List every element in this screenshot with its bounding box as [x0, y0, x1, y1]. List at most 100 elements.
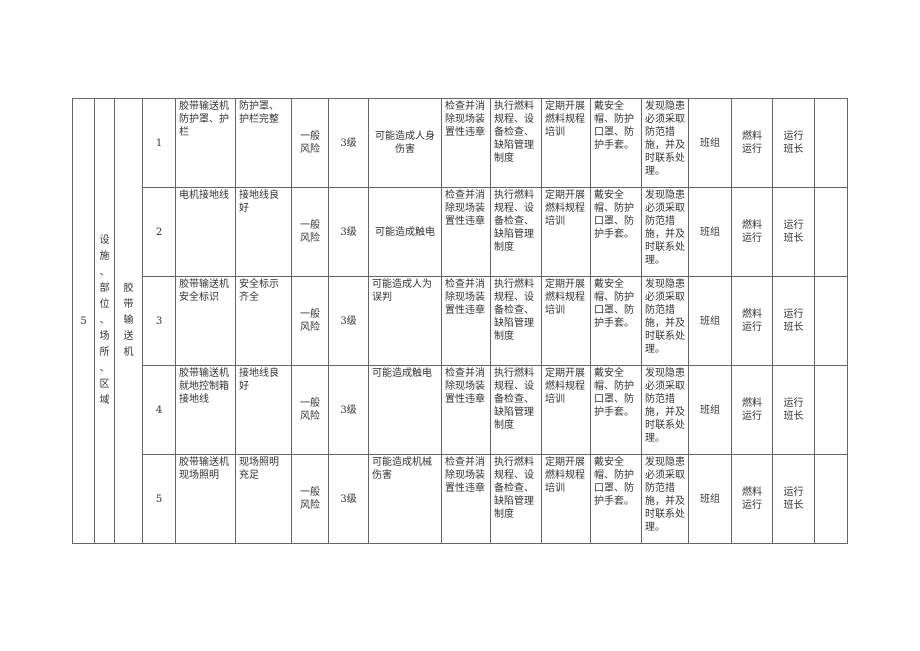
risk-type: 一般风险 — [291, 98, 329, 188]
remark — [814, 276, 848, 366]
protection-measure: 戴安全帽、防护口罩、防护手套。 — [590, 187, 642, 277]
equipment-char: 带 — [123, 299, 134, 310]
management-measure: 执行燃料规程、设备检查、缺陷管理制度 — [490, 454, 542, 544]
risk-level: 3级 — [328, 276, 369, 366]
control-level: 班组 — [688, 365, 732, 455]
equipment-char: 胶 — [123, 283, 134, 294]
table-row: 4 胶带输送机就地控制箱接地线 接地线良好 一般风险 3级 可能造成触电 检查并消除现场装置… — [73, 365, 848, 455]
engineering-measure: 检查并消除现场装置性违章 — [441, 276, 491, 366]
remark — [814, 454, 848, 544]
group-number: 5 — [72, 98, 95, 544]
standard: 接地线良好 — [235, 365, 292, 455]
group-category: 设施、部位、场所、区域 — [94, 98, 115, 544]
department: 燃料运行 — [731, 187, 773, 277]
control-level: 班组 — [688, 98, 732, 188]
row-index: 2 — [142, 187, 176, 277]
table-row: 2 电机接地线 接地线良好 一般风险 3级 可能造成触电 检查并消除现场装置性违章 执行燃料规… — [73, 187, 848, 277]
risk-type: 一般风险 — [291, 276, 329, 366]
category-char: 位 — [99, 299, 110, 310]
category-char: 域 — [99, 395, 110, 406]
check-item: 电机接地线 — [175, 187, 236, 277]
group-equipment: 胶带输送机 — [114, 98, 143, 544]
responsible-person: 运行班长 — [772, 365, 815, 455]
department: 燃料运行 — [731, 365, 773, 455]
protection-measure: 戴安全帽、防护口罩、防护手套。 — [590, 365, 642, 455]
category-char: 部 — [99, 283, 110, 294]
consequence: 可能造成人为误判 — [368, 276, 442, 366]
protection-measure: 戴安全帽、防护口罩、防护手套。 — [590, 276, 642, 366]
row-index: 1 — [142, 98, 176, 188]
control-level: 班组 — [688, 187, 732, 277]
table-row: 5 设施、部位、场所、区域 胶带输送机 1 胶带输送机防护罩、护栏 防护罩、护栏完整… — [72, 98, 848, 544]
emergency-measure: 发现隐患必须采取防范措施，并及时联系处理。 — [641, 454, 689, 544]
standard: 接地线良好 — [235, 187, 292, 277]
category-char: 区 — [99, 379, 110, 390]
row-index: 3 — [142, 276, 176, 366]
equipment-char: 送 — [123, 331, 134, 342]
engineering-measure: 检查并消除现场装置性违章 — [441, 98, 491, 188]
risk-level: 3级 — [328, 98, 369, 188]
risk-type: 一般风险 — [291, 365, 329, 455]
check-item: 胶带输送机防护罩、护栏 — [175, 98, 236, 188]
standard: 安全标示齐全 — [235, 276, 292, 366]
emergency-measure: 发现隐患必须采取防范措施，并及时联系处理。 — [641, 187, 689, 277]
check-item: 胶带输送机现场照明 — [175, 454, 236, 544]
training-measure: 定期开展燃料规程培训 — [541, 187, 591, 277]
training-measure: 定期开展燃料规程培训 — [541, 98, 591, 188]
remark — [814, 187, 848, 277]
management-measure: 执行燃料规程、设备检查、缺陷管理制度 — [490, 365, 542, 455]
row-index: 5 — [142, 454, 176, 544]
consequence: 可能造成触电 — [368, 365, 442, 455]
training-measure: 定期开展燃料规程培训 — [541, 454, 591, 544]
category-char: 场 — [99, 331, 110, 342]
category-char: 、 — [99, 267, 110, 278]
category-char: 设 — [99, 235, 110, 246]
category-char: 施 — [99, 251, 110, 262]
risk-level: 3级 — [328, 187, 369, 277]
emergency-measure: 发现隐患必须采取防范措施，并及时联系处理。 — [641, 365, 689, 455]
risk-level: 3级 — [328, 454, 369, 544]
check-item: 胶带输送机安全标识 — [175, 276, 236, 366]
management-measure: 执行燃料规程、设备检查、缺陷管理制度 — [490, 98, 542, 188]
risk-type: 一般风险 — [291, 454, 329, 544]
risk-level: 3级 — [328, 365, 369, 455]
training-measure: 定期开展燃料规程培训 — [541, 365, 591, 455]
training-measure: 定期开展燃料规程培训 — [541, 276, 591, 366]
management-measure: 执行燃料规程、设备检查、缺陷管理制度 — [490, 276, 542, 366]
category-char: 所 — [99, 347, 110, 358]
consequence: 可能造成机械伤害 — [368, 454, 442, 544]
consequence: 可能造成触电 — [368, 187, 442, 277]
risk-control-table: 5 设施、部位、场所、区域 胶带输送机 1 胶带输送机防护罩、护栏 防护罩、护栏完整… — [72, 98, 848, 544]
engineering-measure: 检查并消除现场装置性违章 — [441, 454, 491, 544]
risk-type: 一般风险 — [291, 187, 329, 277]
management-measure: 执行燃料规程、设备检查、缺陷管理制度 — [490, 187, 542, 277]
remark — [814, 365, 848, 455]
standard: 现场照明充足 — [235, 454, 292, 544]
category-char: 、 — [99, 315, 110, 326]
department: 燃料运行 — [731, 276, 773, 366]
table-row: 5 胶带输送机现场照明 现场照明充足 一般风险 3级 可能造成机械伤害 检查并消除现场装置性… — [73, 454, 848, 544]
responsible-person: 运行班长 — [772, 98, 815, 188]
consequence: 可能造成人身伤害 — [368, 98, 442, 188]
engineering-measure: 检查并消除现场装置性违章 — [441, 365, 491, 455]
equipment-char: 输 — [123, 315, 134, 326]
department: 燃料运行 — [731, 454, 773, 544]
department: 燃料运行 — [731, 98, 773, 188]
control-level: 班组 — [688, 454, 732, 544]
equipment-char: 机 — [123, 347, 134, 358]
emergency-measure: 发现隐患必须采取防范措施，并及时联系处理。 — [641, 276, 689, 366]
protection-measure: 戴安全帽、防护口罩、防护手套。 — [590, 98, 642, 188]
row-index: 4 — [142, 365, 176, 455]
responsible-person: 运行班长 — [772, 454, 815, 544]
responsible-person: 运行班长 — [772, 276, 815, 366]
table-row: 3 胶带输送机安全标识 安全标示齐全 一般风险 3级 可能造成人为误判 检查并消除现场装置性… — [73, 276, 848, 366]
emergency-measure: 发现隐患必须采取防范措施，并及时联系处理。 — [641, 98, 689, 188]
responsible-person: 运行班长 — [772, 187, 815, 277]
standard: 防护罩、护栏完整 — [235, 98, 292, 188]
check-item: 胶带输送机就地控制箱接地线 — [175, 365, 236, 455]
remark — [814, 98, 848, 188]
category-char: 、 — [99, 363, 110, 374]
protection-measure: 戴安全帽、防护口罩、防护手套。 — [590, 454, 642, 544]
control-level: 班组 — [688, 276, 732, 366]
engineering-measure: 检查并消除现场装置性违章 — [441, 187, 491, 277]
